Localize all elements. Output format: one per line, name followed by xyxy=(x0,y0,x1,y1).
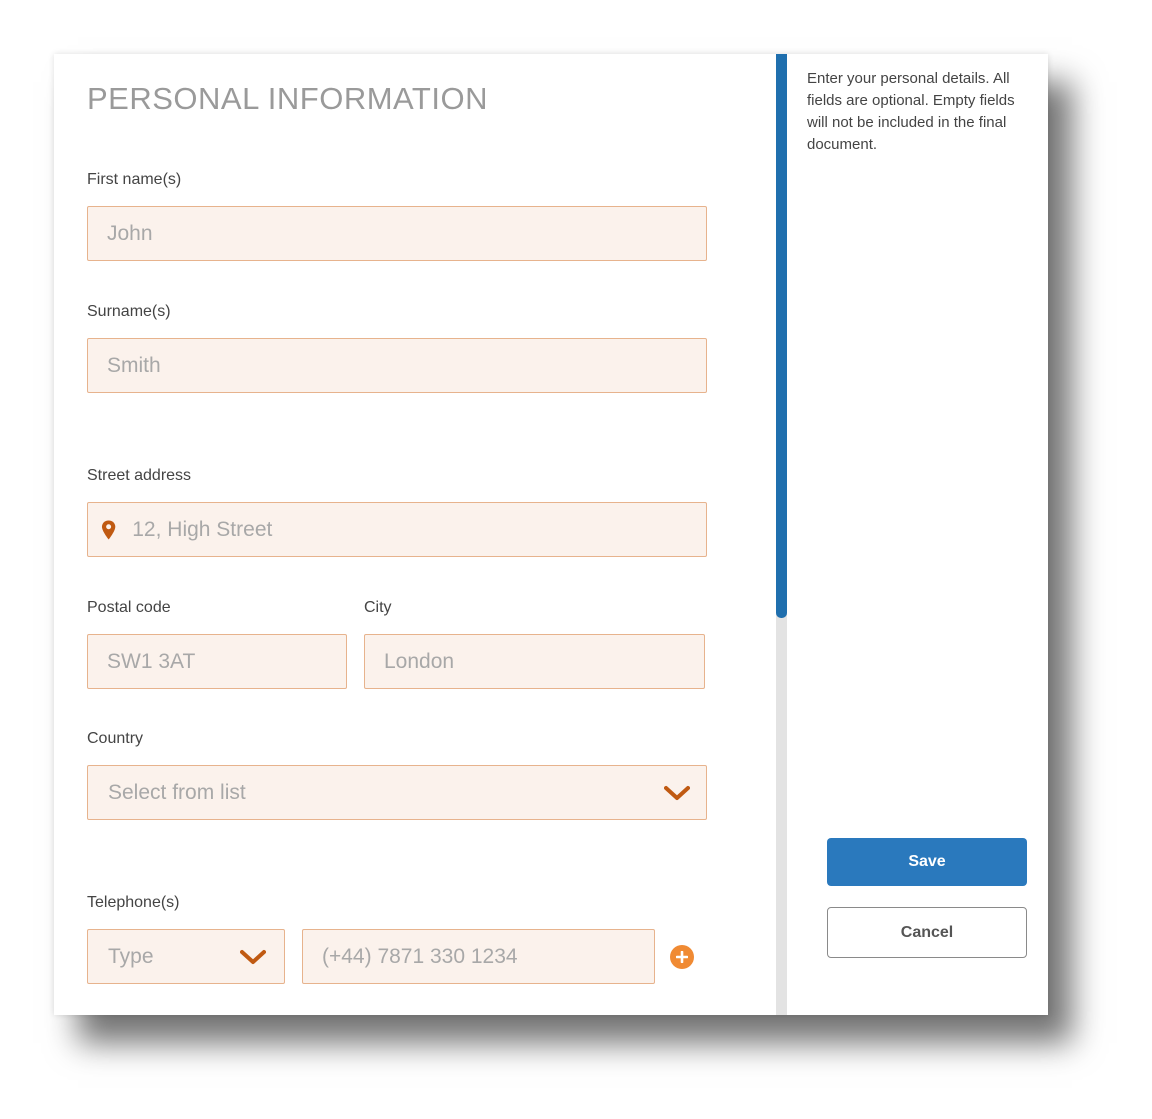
map-pin-icon xyxy=(101,519,116,540)
chevron-down-icon xyxy=(240,949,266,964)
cancel-button[interactable]: Cancel xyxy=(827,907,1027,958)
telephone-type-select[interactable]: Type xyxy=(87,929,285,984)
country-select-value: Select from list xyxy=(108,780,246,804)
side-pane: Enter your personal details. All fields … xyxy=(787,54,1048,1015)
postal-code-field[interactable] xyxy=(87,634,347,689)
city-label: City xyxy=(364,599,392,616)
surname-input[interactable] xyxy=(88,339,706,392)
street-address-label: Street address xyxy=(87,467,192,484)
plus-circle-icon xyxy=(676,951,688,963)
personal-information-dialog: PERSONAL INFORMATION First name(s) Surna… xyxy=(54,54,1048,1015)
surname-label: Surname(s) xyxy=(87,303,171,320)
street-address-input[interactable] xyxy=(116,503,706,556)
save-button[interactable]: Save xyxy=(827,838,1027,886)
city-field[interactable] xyxy=(364,634,705,689)
scrollbar-thumb[interactable] xyxy=(776,54,787,618)
country-label: Country xyxy=(87,730,144,747)
first-name-input[interactable] xyxy=(88,207,706,260)
postal-code-input[interactable] xyxy=(88,635,346,688)
chevron-down-icon xyxy=(664,785,690,800)
form-pane: PERSONAL INFORMATION First name(s) Surna… xyxy=(54,54,776,1015)
telephone-number-input[interactable] xyxy=(303,930,654,983)
telephone-number-field[interactable] xyxy=(302,929,655,984)
first-name-field[interactable] xyxy=(87,206,707,261)
scrollbar-track[interactable] xyxy=(776,54,787,1015)
country-select[interactable]: Select from list xyxy=(87,765,707,820)
surname-field[interactable] xyxy=(87,338,707,393)
page-title: PERSONAL INFORMATION xyxy=(87,81,488,116)
street-address-field[interactable] xyxy=(87,502,707,557)
first-name-label: First name(s) xyxy=(87,171,182,188)
telephone-type-value: Type xyxy=(108,944,154,968)
city-input[interactable] xyxy=(365,635,704,688)
postal-code-label: Postal code xyxy=(87,599,171,616)
telephone-label: Telephone(s) xyxy=(87,894,180,911)
add-telephone-button[interactable] xyxy=(670,945,694,969)
help-text: Enter your personal details. All fields … xyxy=(807,70,1015,153)
